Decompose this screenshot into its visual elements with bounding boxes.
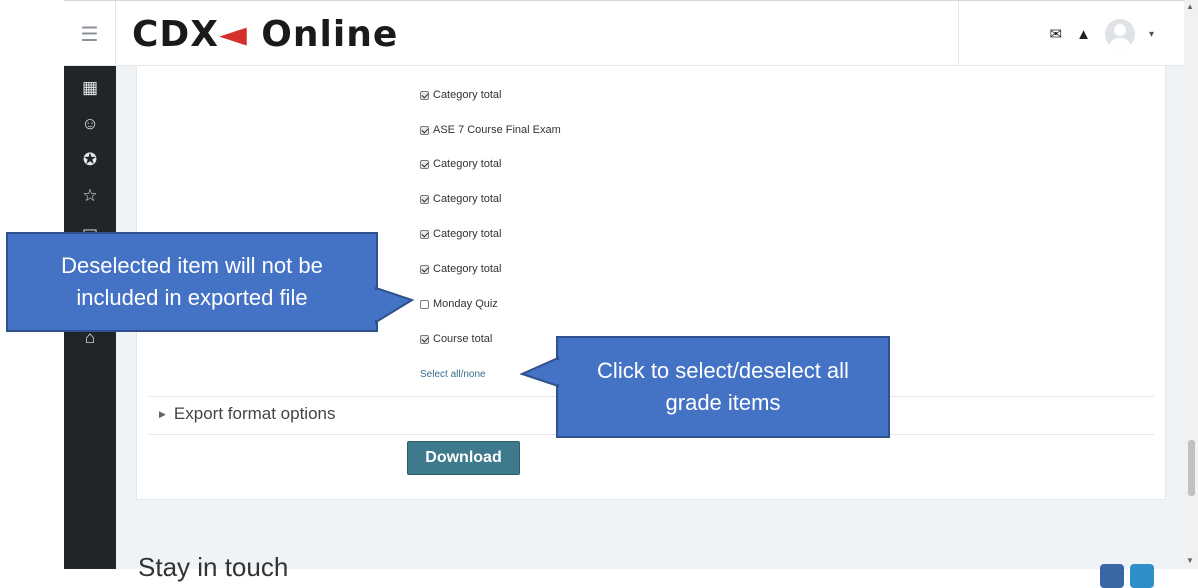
competencies-icon[interactable]: ☆ [64,186,116,206]
grade-item-checkbox[interactable] [420,299,429,309]
grade-item-row[interactable]: Course total [420,333,492,345]
participants-icon[interactable]: ☺ [64,114,116,134]
mail-icon[interactable]: ✉ [1050,25,1063,43]
grade-item-checkbox[interactable] [420,159,429,169]
chevron-down-icon[interactable]: ▾ [1149,29,1154,40]
grade-item-row[interactable]: Category total [420,193,501,205]
grade-item-label: Category total [433,158,502,170]
grade-item-label: Category total [433,228,502,240]
grade-item-label: Category total [433,193,502,205]
deselected-callout: Deselected item will not be included in … [6,232,378,332]
select-all-none-link[interactable]: Select all/none [420,369,486,380]
grade-item-checkbox[interactable] [420,264,429,274]
bell-icon[interactable]: ▲ [1076,26,1091,43]
grade-item-checkbox[interactable] [420,194,429,204]
stay-in-touch-heading: Stay in touch [138,552,289,582]
export-format-options-toggle[interactable]: ▶ Export format options [159,404,336,424]
grade-item-checkbox[interactable] [420,90,429,100]
user-nav: ✉ ▲ ▾ [958,1,1184,67]
export-format-label: Export format options [173,404,336,423]
twitter-icon[interactable] [1130,564,1154,588]
grade-item-row[interactable]: Category total [420,228,501,240]
grade-item-row[interactable]: Monday Quiz [420,298,498,310]
grade-item-row[interactable]: Category total [420,158,501,170]
avatar[interactable] [1104,19,1135,49]
chevron-right-icon: ▶ [159,408,166,419]
facebook-icon[interactable] [1100,564,1124,588]
top-navbar: ☰ CDX◄ Online ✉ ▲ ▾ [64,0,1184,67]
grade-item-label: Category total [433,263,502,275]
menu-toggle-icon[interactable]: ☰ [64,1,116,67]
download-button[interactable]: Download [407,441,520,475]
grade-item-row[interactable]: Category total [420,89,501,101]
grade-item-label: Course total [433,333,493,345]
callout-pointer [520,356,560,388]
grade-item-row[interactable]: Category total [420,263,501,275]
site-logo[interactable]: CDX◄ Online [132,13,398,57]
logo-x-mark: ◄ [219,14,248,55]
grade-item-label: Monday Quiz [433,298,498,310]
badges-icon[interactable]: ✪ [64,150,116,170]
grade-item-checkbox[interactable] [420,229,429,239]
select-all-callout: Click to select/deselect all grade items [556,336,890,438]
scroll-up-icon[interactable]: ▲ [1186,2,1194,11]
grade-item-checkbox[interactable] [420,125,429,135]
scrollbar-thumb[interactable] [1188,440,1195,496]
grade-item-row[interactable]: ASE 7 Course Final Exam [420,124,561,136]
grade-item-label: ASE 7 Course Final Exam [433,124,561,136]
grade-item-checkbox[interactable] [420,334,429,344]
dashboard-grid-icon[interactable]: ▦ [64,78,116,98]
callout-pointer [374,286,414,324]
grade-item-label: Category total [433,89,502,101]
scroll-down-icon[interactable]: ▼ [1186,556,1194,565]
